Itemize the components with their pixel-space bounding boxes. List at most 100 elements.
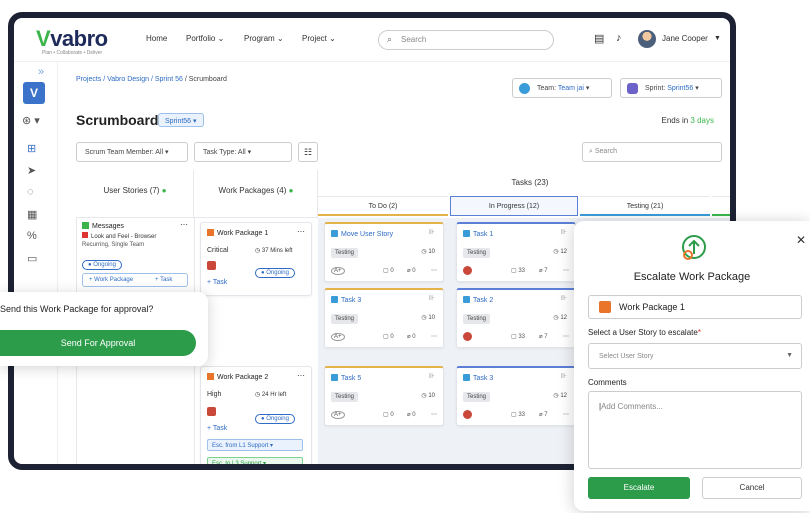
- board-search-input[interactable]: ⌕ Search: [582, 142, 722, 162]
- work-package-card[interactable]: Work Package 1 ⋯ Critical ◷ 37 Mins left…: [200, 222, 312, 296]
- bell-icon[interactable]: ♪: [616, 32, 622, 44]
- task-title: Move User Story: [331, 230, 393, 238]
- escalated-to-select[interactable]: Esc. to L3 Support ▾: [207, 457, 303, 464]
- collapse-icon[interactable]: »: [38, 66, 44, 78]
- sprint-selector[interactable]: Sprint: Sprint56 ▾: [620, 78, 722, 98]
- comments-count: ▢ 0: [383, 334, 394, 340]
- work-package-title: Work Package 2: [207, 373, 268, 381]
- approval-popover: Send this Work Package for approval? Sen…: [0, 292, 208, 366]
- drag-handle-icon[interactable]: ⊪: [429, 294, 435, 302]
- comments-count: ▢ 33: [511, 412, 526, 418]
- task-title: Task 3: [331, 296, 361, 304]
- close-icon[interactable]: ✕: [796, 233, 806, 247]
- task-card[interactable]: Task 1 ⊪ Testing ◷ 12 ▢ 33 ⌀ 7 ⋯: [456, 222, 576, 282]
- add-task-button[interactable]: + Task: [155, 277, 172, 283]
- escalate-button[interactable]: Escalate: [588, 477, 690, 499]
- more-icon[interactable]: ⋯: [431, 333, 437, 340]
- drag-handle-icon[interactable]: ⊪: [561, 372, 567, 380]
- task-tag: Testing: [463, 314, 491, 324]
- task-footer: ▢ 33 ⌀ 7 ⋯: [463, 266, 569, 277]
- more-icon[interactable]: ⋯: [297, 227, 305, 236]
- user-name[interactable]: Jane Cooper: [662, 34, 708, 43]
- add-task-button[interactable]: + Task: [207, 279, 227, 286]
- calendar-icon[interactable]: ▦: [27, 208, 37, 221]
- layout-icon[interactable]: ▭: [27, 252, 37, 265]
- task-count: ◷ 12: [553, 393, 567, 399]
- more-icon[interactable]: ⋯: [431, 411, 437, 418]
- task-tag: Testing: [331, 314, 359, 324]
- avatar: [463, 410, 472, 419]
- status-todo: To Do (2): [318, 196, 448, 216]
- time-left: ◷ 37 Mins left: [255, 248, 293, 254]
- task-count: ◷ 10: [421, 249, 435, 255]
- send-for-approval-button[interactable]: Send For Approval: [0, 330, 196, 356]
- attachments-count: ⌀ 0: [407, 268, 416, 274]
- attachments-count: ⌀ 7: [539, 268, 548, 274]
- nav-portfolio[interactable]: Portfolio ⌄: [186, 34, 224, 43]
- user-story-select[interactable]: Select User Story ▼: [588, 343, 802, 369]
- inbox-icon[interactable]: ▤: [594, 32, 604, 45]
- vabro-logo[interactable]: Vvabro Plan • Collaborate • Deliver: [36, 26, 108, 56]
- drag-handle-icon[interactable]: ⊪: [429, 228, 435, 236]
- avatar: [463, 332, 472, 341]
- task-card[interactable]: Move User Story ⊪ Testing ◷ 10 A+ ▢ 0 ⌀ …: [324, 222, 444, 282]
- more-icon[interactable]: ⋯: [431, 267, 437, 274]
- status-badge[interactable]: ● Ongoing: [255, 407, 295, 425]
- avatar[interactable]: [638, 30, 656, 48]
- team-selector[interactable]: Team: Team jai ▾: [512, 78, 612, 98]
- task-tag: Testing: [331, 392, 359, 402]
- task-card[interactable]: Task 5 ⊪ Testing ◷ 10 A+ ▢ 0 ⌀ 0 ⋯: [324, 366, 444, 426]
- work-package-card[interactable]: Work Package 2 ⋯ High ◷ 24 Hr left ● Ong…: [200, 366, 312, 464]
- more-icon[interactable]: ⋯: [563, 411, 569, 418]
- percent-icon[interactable]: %: [27, 230, 37, 242]
- board-icon[interactable]: ⊞: [27, 142, 36, 155]
- send-icon[interactable]: ➤: [27, 164, 36, 177]
- workspace-button[interactable]: V: [23, 82, 45, 104]
- comments-count: ▢ 33: [511, 268, 526, 274]
- global-search-input[interactable]: ⌕ Search: [378, 30, 554, 50]
- task-card[interactable]: Task 3 ⊪ Testing ◷ 10 A+ ▢ 0 ⌀ 0 ⋯: [324, 288, 444, 348]
- task-tag: Testing: [331, 248, 359, 258]
- add-assignee-icon[interactable]: A+: [331, 411, 345, 419]
- comments-input[interactable]: |Add Comments...: [588, 391, 802, 469]
- more-icon[interactable]: ⋯: [297, 371, 305, 380]
- drag-handle-icon[interactable]: ⊪: [561, 294, 567, 302]
- add-assignee-icon[interactable]: A+: [331, 333, 345, 341]
- member-filter[interactable]: Scrum Team Member: All ▾: [76, 142, 188, 162]
- logo-tagline: Plan • Collaborate • Deliver: [42, 50, 103, 56]
- more-icon[interactable]: ⋯: [180, 220, 188, 229]
- status-badge[interactable]: ● Ongoing: [255, 261, 295, 279]
- add-work-package-button[interactable]: + Work Package: [89, 277, 133, 283]
- sidebar: » V ⊛ ▾ ⊞ ➤ ◌ ▦ % ▭: [14, 62, 58, 464]
- task-footer: ▢ 33 ⌀ 7 ⋯: [463, 410, 569, 421]
- task-card[interactable]: Task 2 ⊪ Testing ◷ 12 ▢ 33 ⌀ 7 ⋯: [456, 288, 576, 348]
- drag-handle-icon[interactable]: ⊪: [561, 228, 567, 236]
- escalated-from-select[interactable]: Esc. from L1 Support ▾: [207, 439, 303, 451]
- avatar: [207, 261, 216, 270]
- breadcrumb-link[interactable]: Projects / Vabro Design / Sprint 56: [76, 76, 183, 83]
- comments-label: Comments: [588, 378, 627, 387]
- more-icon[interactable]: ⋯: [563, 333, 569, 340]
- more-icon[interactable]: ⋯: [563, 267, 569, 274]
- sprint-badge[interactable]: Sprint56 ▾: [158, 113, 204, 127]
- task-type-filter[interactable]: Task Type: All ▾: [194, 142, 292, 162]
- chat-icon[interactable]: ◌: [27, 186, 34, 198]
- comments-count: ▢ 33: [511, 334, 526, 340]
- user-circle-icon[interactable]: ⊛ ▾: [22, 114, 40, 127]
- nav-home[interactable]: Home: [146, 34, 167, 43]
- nav-project[interactable]: Project ⌄: [302, 34, 336, 43]
- page-title: Scrumboard: [76, 112, 159, 128]
- user-story-card[interactable]: Messages ⋯ Look and Feel - Browser Recur…: [80, 220, 190, 294]
- task-footer: ▢ 33 ⌀ 7 ⋯: [463, 332, 569, 343]
- filter-settings-icon[interactable]: ☷: [298, 142, 318, 162]
- status-in-progress: In Progress (12): [450, 196, 578, 216]
- cancel-button[interactable]: Cancel: [702, 477, 802, 499]
- work-package-icon: [599, 301, 611, 313]
- drag-handle-icon[interactable]: ⊪: [429, 372, 435, 380]
- chevron-down-icon[interactable]: ▼: [714, 35, 721, 42]
- nav-program[interactable]: Program ⌄: [244, 34, 284, 43]
- work-package-title: Work Package 1: [207, 229, 268, 237]
- add-assignee-icon[interactable]: A+: [331, 267, 345, 275]
- task-card[interactable]: Task 3 ⊪ Testing ◷ 12 ▢ 33 ⌀ 7 ⋯: [456, 366, 576, 426]
- add-task-button[interactable]: + Task: [207, 425, 227, 432]
